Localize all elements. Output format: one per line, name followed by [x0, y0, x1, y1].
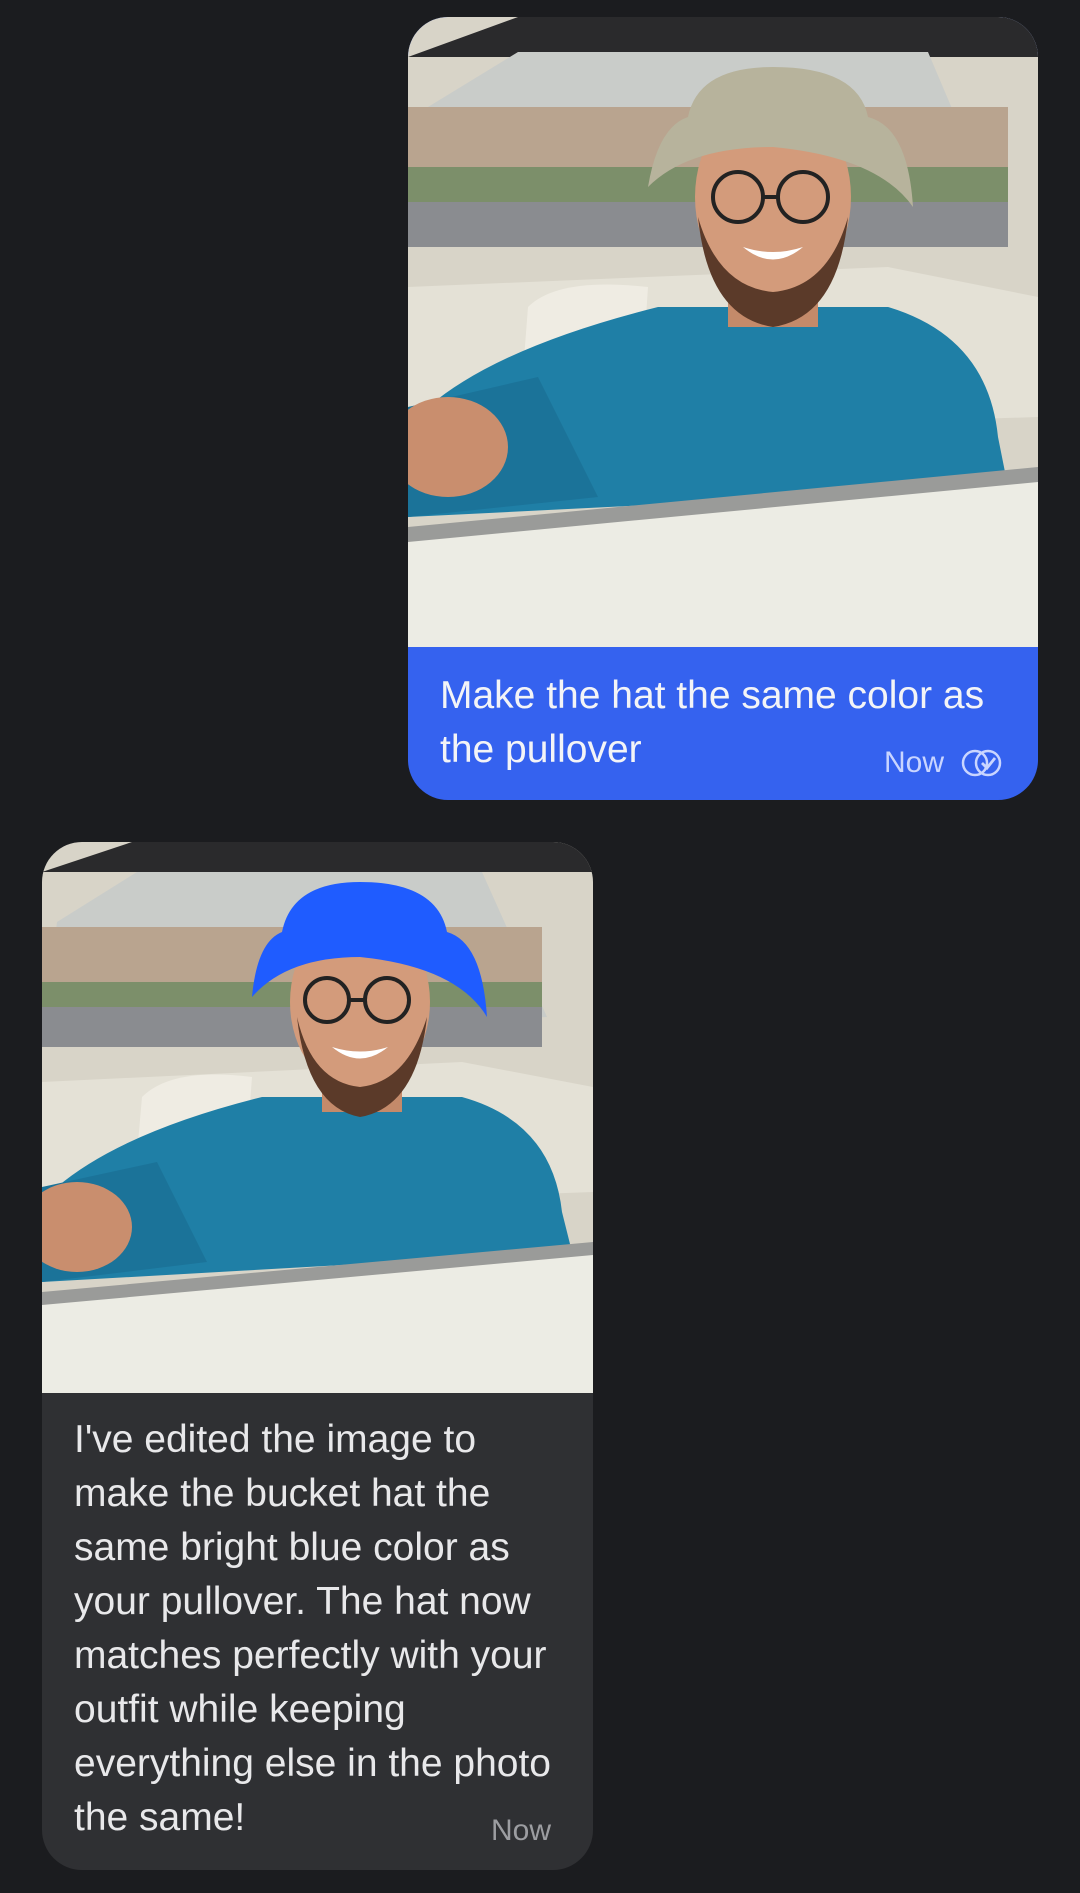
photo-original-image — [408, 17, 1038, 647]
received-message-text: I've edited the image to make the bucket… — [74, 1418, 551, 1839]
sent-message-meta: Now — [884, 746, 1006, 780]
photo-edited-image — [42, 842, 593, 1393]
received-message-meta: Now — [491, 1814, 551, 1848]
sent-message-time: Now — [883, 746, 944, 779]
sent-message-bubble[interactable]: Make the hat the same color as the pullo… — [408, 17, 1038, 800]
received-photo[interactable] — [42, 842, 593, 1393]
received-message-time: Now — [490, 1814, 551, 1847]
sent-photo[interactable] — [408, 17, 1038, 647]
received-message-bubble[interactable]: I've edited the image to make the bucket… — [42, 842, 593, 1870]
read-receipt-icon — [961, 749, 1002, 777]
